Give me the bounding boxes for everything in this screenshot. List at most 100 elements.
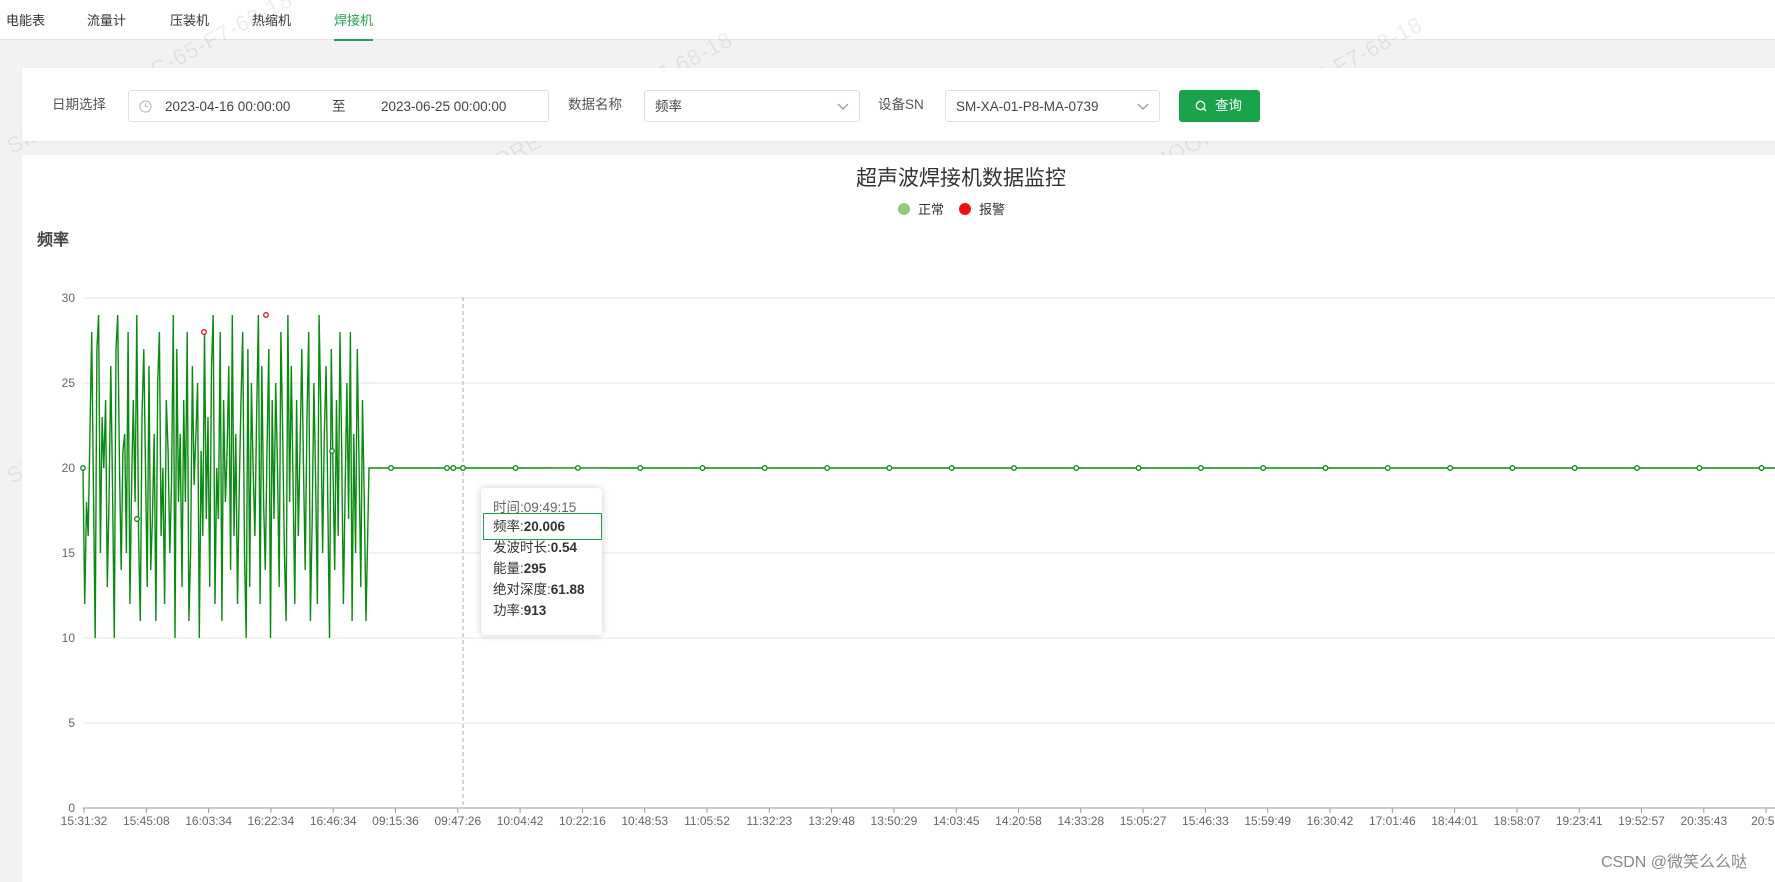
- data-point: [574, 464, 581, 471]
- x-tick-label: 18:58:07: [1494, 814, 1541, 828]
- tab-welder[interactable]: 焊接机: [334, 12, 374, 41]
- data-point: [1509, 465, 1516, 471]
- x-tick-label: 19:23:41: [1556, 814, 1603, 828]
- sn-label: 设备SN: [878, 97, 924, 112]
- data-point: [450, 465, 457, 471]
- y-tick-label: 15: [62, 546, 76, 560]
- data-point: [1634, 465, 1640, 471]
- chevron-down-icon: [1137, 103, 1149, 110]
- query-button[interactable]: 查询: [1179, 90, 1260, 122]
- sn-select[interactable]: SM-XA-01-P8-MA-0739: [945, 90, 1160, 122]
- data-point: [886, 465, 893, 471]
- data-point: [1197, 465, 1204, 471]
- alarm-point: [201, 329, 207, 335]
- alarm-point: [263, 312, 269, 318]
- data-point: [1260, 465, 1267, 471]
- x-tick-label: 14:20:58: [995, 814, 1042, 828]
- tab-press[interactable]: 压装机: [170, 12, 209, 30]
- data-point: [1073, 465, 1080, 471]
- y-tick-label: 5: [68, 716, 75, 730]
- filter-panel: 日期选择 2023-04-16 00:00:00 至 2023-06-25 00…: [22, 68, 1775, 141]
- x-tick-label: 13:50:29: [871, 814, 918, 828]
- data-tooltip: 时间:09:49:15 频率:20.006 发波时长:0.54 能量:295 绝…: [481, 488, 602, 635]
- x-tick-label: 10:22:16: [559, 814, 606, 828]
- device-tab-bar: 电能表 流量计 压装机 热缩机 焊接机: [0, 0, 1775, 41]
- date-range-picker[interactable]: 2023-04-16 00:00:00 至 2023-06-25 00:00:0…: [128, 90, 549, 122]
- x-tick-label: 15:05:27: [1120, 814, 1167, 828]
- tooltip-power: 功率:913: [493, 603, 547, 618]
- grid-lines: [83, 297, 1775, 809]
- x-tick-label: 11:32:23: [746, 814, 792, 828]
- x-tick-label: 19:52:57: [1618, 814, 1665, 828]
- frequency-series-line: [82, 314, 1775, 639]
- x-tick-label: 15:59:49: [1244, 814, 1291, 828]
- y-tick-label: 10: [62, 631, 76, 645]
- x-tick-label: 20:57: [1751, 814, 1775, 828]
- x-tick-label: 16:46:34: [310, 814, 357, 828]
- chevron-down-icon: [837, 103, 849, 110]
- x-tick-label: 18:44:01: [1431, 814, 1478, 828]
- data-point: [460, 465, 466, 471]
- tooltip-frequency: 频率:20.006: [493, 519, 566, 534]
- x-tick-label: 16:03:34: [185, 814, 232, 828]
- data-point: [388, 465, 394, 471]
- tooltip-energy: 能量:295: [493, 561, 547, 576]
- x-tick-label: 10:04:42: [497, 814, 544, 828]
- x-tick-label: 14:33:28: [1057, 814, 1104, 828]
- x-tick-label: 15:46:33: [1182, 814, 1229, 828]
- data-point: [512, 465, 519, 471]
- search-icon: [1195, 100, 1207, 112]
- data-point: [134, 516, 140, 522]
- tab-shrinker[interactable]: 热缩机: [252, 12, 291, 30]
- x-tick-label: 13:29:48: [808, 814, 855, 828]
- y-axis-ticks: 0 5 10 15 20 25 30: [62, 291, 76, 815]
- y-tick-label: 20: [62, 461, 76, 475]
- x-axis-ticks: 15:31:32 15:45:08 16:03:34 16:22:34 16:46:34…: [61, 808, 1775, 828]
- tab-meter[interactable]: 电能表: [6, 12, 45, 30]
- data-name-select[interactable]: 频率: [644, 90, 860, 122]
- data-point: [80, 465, 86, 471]
- chart-card: 超声波焊接机数据监控 正常 报警 频率 0 5 10 15 20 25 30 15:31:3…: [22, 155, 1775, 882]
- tab-flowmeter[interactable]: 流量计: [87, 12, 126, 30]
- data-point: [1571, 465, 1578, 471]
- data-point: [1135, 465, 1142, 471]
- tooltip-depth: 绝对深度:61.88: [493, 582, 585, 597]
- x-tick-label: 16:22:34: [248, 814, 295, 828]
- data-point: [948, 465, 955, 471]
- data-point: [1384, 465, 1391, 471]
- data-name-value: 频率: [655, 99, 682, 114]
- sn-value: SM-XA-01-P8-MA-0739: [956, 99, 1099, 114]
- data-point: [637, 465, 644, 471]
- start-date-input[interactable]: 2023-04-16 00:00:00: [165, 99, 290, 115]
- x-tick-label: 17:01:46: [1369, 814, 1416, 828]
- x-tick-label: 09:15:36: [372, 814, 419, 828]
- data-point: [329, 448, 335, 454]
- x-tick-label: 14:03:45: [933, 814, 980, 828]
- x-tick-label: 20:35:43: [1680, 814, 1727, 828]
- data-point: [699, 465, 706, 471]
- query-button-label: 查询: [1215, 98, 1242, 113]
- x-tick-label: 15:45:08: [123, 814, 170, 828]
- data-point: [1758, 465, 1765, 471]
- data-point: [444, 465, 450, 471]
- end-date-input[interactable]: 2023-06-25 00:00:00: [381, 99, 506, 115]
- x-tick-label: 16:30:42: [1307, 814, 1354, 828]
- y-tick-label: 25: [62, 376, 76, 390]
- data-point: [1447, 465, 1454, 471]
- data-point: [1696, 465, 1703, 471]
- x-tick-label: 09:47:26: [434, 814, 481, 828]
- clock-icon: [139, 100, 152, 113]
- x-tick-label: 11:05:52: [684, 814, 730, 828]
- data-point: [1011, 465, 1017, 471]
- tooltip-duration: 发波时长:0.54: [493, 540, 578, 555]
- y-tick-label: 0: [68, 801, 75, 815]
- x-tick-label: 15:31:32: [61, 814, 108, 828]
- data-name-label: 数据名称: [568, 97, 622, 112]
- csdn-credit: CSDN @微笑么么哒: [1600, 854, 1747, 871]
- date-label: 日期选择: [52, 97, 106, 112]
- data-point: [824, 465, 831, 471]
- x-tick-label: 10:48:53: [621, 814, 668, 828]
- range-separator: 至: [332, 99, 346, 114]
- frequency-line-chart[interactable]: 0 5 10 15 20 25 30 15:31:32 15:45:08 16:03:34 16:…: [22, 155, 1775, 882]
- data-point: [761, 465, 768, 471]
